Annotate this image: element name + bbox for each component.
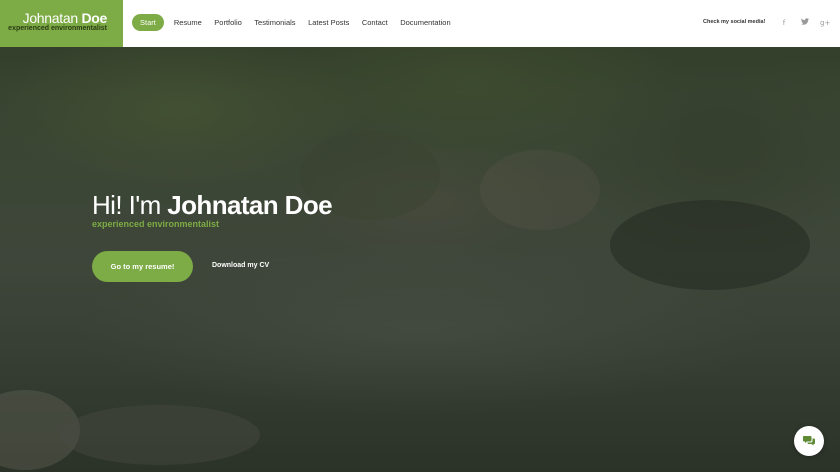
site-header: Johnatan Doe experienced environmentalis… <box>0 0 840 47</box>
facebook-icon[interactable]: f <box>779 18 789 28</box>
main-nav: Start Resume Portfolio Testimonials Late… <box>132 14 457 31</box>
twitter-icon[interactable] <box>800 18 810 28</box>
hero-greeting: Hi! I'm <box>92 190 161 220</box>
brand-tagline: experienced environmentalist <box>8 25 107 32</box>
download-cv-link[interactable]: Download my CV <box>212 262 269 269</box>
brand-last-name: Doe <box>81 10 107 26</box>
hero-title: Hi! I'm Johnatan Doe <box>92 188 333 222</box>
nav-item-contact[interactable]: Contact <box>356 14 394 31</box>
chat-icon <box>803 436 815 446</box>
go-to-resume-button[interactable]: Go to my resume! <box>92 251 193 282</box>
hero-name: Johnatan Doe <box>167 190 332 220</box>
chat-button[interactable] <box>794 426 824 456</box>
nav-item-portfolio[interactable]: Portfolio <box>208 14 248 31</box>
nav-item-latest-posts[interactable]: Latest Posts <box>302 14 355 31</box>
nav-item-resume[interactable]: Resume <box>168 14 208 31</box>
brand-name: Johnatan Doe <box>22 10 108 26</box>
brand-logo[interactable]: Johnatan Doe experienced environmentalis… <box>0 0 123 47</box>
nav-item-testimonials[interactable]: Testimonials <box>248 14 301 31</box>
social-label: Check my social media! <box>703 19 766 25</box>
hero-overlay <box>0 0 840 472</box>
brand-first-name: Johnatan <box>22 10 79 26</box>
hero-subtitle: experienced environmentalist <box>92 219 220 229</box>
nav-item-start[interactable]: Start <box>132 14 164 31</box>
google-plus-icon[interactable]: g+ <box>820 18 830 28</box>
nav-item-documentation[interactable]: Documentation <box>394 14 456 31</box>
hero-background <box>0 0 840 472</box>
